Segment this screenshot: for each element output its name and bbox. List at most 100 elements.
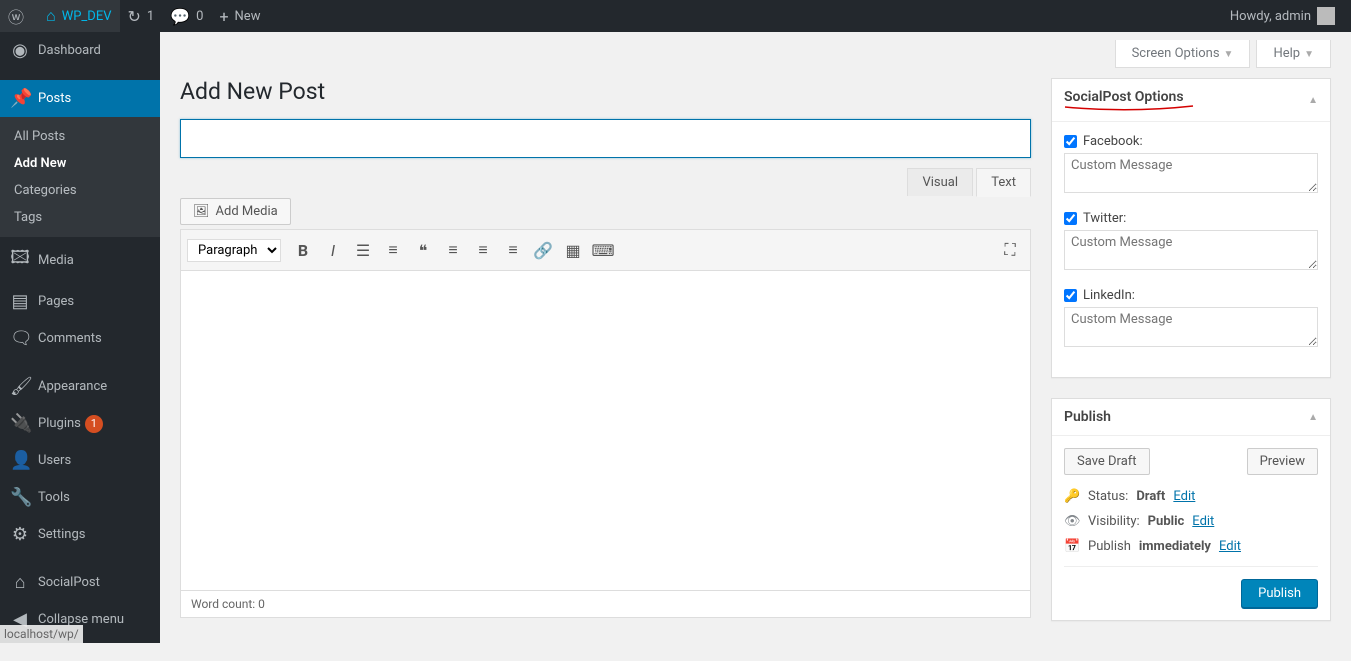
publish-title: Publish xyxy=(1064,409,1111,425)
site-link[interactable]: ⌂WP_DEV xyxy=(38,0,119,32)
facebook-message-input[interactable] xyxy=(1064,153,1318,193)
linkedin-checkbox[interactable] xyxy=(1064,289,1077,302)
chevron-down-icon: ▼ xyxy=(1304,49,1314,60)
word-count: Word count: 0 xyxy=(191,597,265,611)
plugins-badge: 1 xyxy=(85,415,103,433)
sidebar-item-media[interactable]: 🖾Media xyxy=(0,237,160,283)
tools-icon: 🔧 xyxy=(10,487,30,508)
save-draft-button[interactable]: Save Draft xyxy=(1064,448,1150,475)
media-icon: 🖾 xyxy=(10,245,30,275)
sidebar-item-label: SocialPost xyxy=(38,575,100,590)
schedule-row: 📅 Publish immediately Edit xyxy=(1064,539,1318,554)
updates-count: 1 xyxy=(147,9,154,24)
sidebar-item-tools[interactable]: 🔧 Tools xyxy=(0,479,160,516)
facebook-label: Facebook: xyxy=(1083,134,1143,149)
preview-button[interactable]: Preview xyxy=(1247,448,1318,475)
schedule-value: immediately xyxy=(1139,539,1211,554)
twitter-label: Twitter: xyxy=(1083,211,1126,226)
page-title: Add New Post xyxy=(180,78,1031,105)
sidebar-item-plugins[interactable]: 🔌 Plugins 1 xyxy=(0,405,160,442)
wordpress-icon: ⓦ xyxy=(8,4,24,28)
sidebar-item-users[interactable]: 👤Users xyxy=(0,442,160,479)
linkedin-label: LinkedIn: xyxy=(1083,288,1135,303)
main-content: Screen Options▼ Help▼ Add New Post 🖼Add … xyxy=(160,32,1351,661)
sidebar-item-comments[interactable]: 🗨Comments xyxy=(0,320,160,357)
blockquote-button[interactable]: ❝ xyxy=(409,236,437,264)
sidebar-item-socialpost[interactable]: ⌂ SocialPost xyxy=(0,564,160,601)
help-button[interactable]: Help▼ xyxy=(1256,40,1331,68)
submenu-all-posts[interactable]: All Posts xyxy=(0,123,160,150)
sidebar-item-dashboard[interactable]: ◉Dashboard xyxy=(0,32,160,69)
submenu-tags[interactable]: Tags xyxy=(0,204,160,231)
publish-button[interactable]: Publish xyxy=(1241,579,1318,608)
social-field-twitter: Twitter: xyxy=(1064,211,1318,274)
linkedin-message-input[interactable] xyxy=(1064,307,1318,347)
sidebar-item-label: Posts xyxy=(38,91,71,106)
fullscreen-button[interactable]: ⛶ xyxy=(996,236,1024,264)
chevron-down-icon: ▼ xyxy=(1224,49,1234,60)
calendar-icon: 📅 xyxy=(1064,539,1080,554)
align-left-button[interactable]: ≡ xyxy=(439,236,467,264)
appearance-icon: 🖌 xyxy=(10,376,30,397)
socialpost-metabox: SocialPost Options ▲ Facebook: Twitter: xyxy=(1051,78,1331,378)
chevron-up-icon: ▲ xyxy=(1308,95,1318,106)
editor-tab-text[interactable]: Text xyxy=(976,168,1031,197)
publish-metabox: Publish ▲ Save Draft Preview 🔑 Status: D… xyxy=(1051,398,1331,621)
sidebar-item-appearance[interactable]: 🖌Appearance xyxy=(0,368,160,405)
socialpost-title: SocialPost Options xyxy=(1064,89,1184,105)
edit-status-link[interactable]: Edit xyxy=(1173,489,1195,504)
publish-header[interactable]: Publish ▲ xyxy=(1052,399,1330,436)
readmore-button[interactable]: ▦ xyxy=(559,236,587,264)
sidebar-item-label: Tools xyxy=(38,490,70,505)
avatar xyxy=(1317,7,1335,25)
post-title-input[interactable] xyxy=(180,119,1031,158)
plus-icon: + xyxy=(219,7,228,26)
align-center-button[interactable]: ≡ xyxy=(469,236,497,264)
add-media-button[interactable]: 🖼Add Media xyxy=(180,198,291,225)
media-icon: 🖼 xyxy=(193,204,210,219)
sidebar-item-label: Plugins xyxy=(38,416,81,431)
settings-icon: ⚙ xyxy=(10,524,30,545)
posts-submenu: All Posts Add New Categories Tags xyxy=(0,117,160,237)
sidebar-item-posts[interactable]: 📌Posts xyxy=(0,80,160,117)
editor-area[interactable] xyxy=(180,271,1031,591)
editor-tab-visual[interactable]: Visual xyxy=(907,168,973,196)
new-content-link[interactable]: +New xyxy=(211,0,268,32)
dashboard-icon: ◉ xyxy=(10,40,30,61)
twitter-message-input[interactable] xyxy=(1064,230,1318,270)
edit-visibility-link[interactable]: Edit xyxy=(1192,514,1214,529)
home-icon: ⌂ xyxy=(10,572,30,593)
sidebar-item-label: Comments xyxy=(38,331,102,346)
italic-button[interactable]: I xyxy=(319,236,347,264)
sidebar-item-settings[interactable]: ⚙Settings xyxy=(0,516,160,553)
admin-sidebar: ◉Dashboard 📌Posts All Posts Add New Cate… xyxy=(0,32,160,643)
submenu-categories[interactable]: Categories xyxy=(0,177,160,204)
wp-logo[interactable]: ⓦ xyxy=(0,0,38,32)
sidebar-item-pages[interactable]: ▤Pages xyxy=(0,283,160,320)
edit-schedule-link[interactable]: Edit xyxy=(1219,539,1241,554)
screen-options-button[interactable]: Screen Options▼ xyxy=(1115,40,1251,68)
link-button[interactable]: 🔗 xyxy=(529,236,557,264)
comment-icon: 💬 xyxy=(170,7,190,26)
users-icon: 👤 xyxy=(10,450,30,471)
toolbar-toggle-button[interactable]: ⌨ xyxy=(589,236,617,264)
updates-link[interactable]: ↻1 xyxy=(120,0,163,32)
status-value: Draft xyxy=(1136,489,1165,504)
plugins-icon: 🔌 xyxy=(10,413,30,434)
browser-status: localhost/wp/ xyxy=(0,625,83,643)
socialpost-header[interactable]: SocialPost Options ▲ xyxy=(1052,79,1330,122)
account-link[interactable]: Howdy, admin xyxy=(1222,0,1343,32)
submenu-add-new[interactable]: Add New xyxy=(0,150,160,177)
bullet-list-button[interactable]: ☰ xyxy=(349,236,377,264)
underline-annotation xyxy=(1064,105,1194,111)
bold-button[interactable]: B xyxy=(289,236,317,264)
visibility-value: Public xyxy=(1148,514,1185,529)
format-select[interactable]: Paragraph xyxy=(187,239,281,262)
visibility-row: 👁 Visibility: Public Edit xyxy=(1064,514,1318,529)
facebook-checkbox[interactable] xyxy=(1064,135,1077,148)
numbered-list-button[interactable]: ≡ xyxy=(379,236,407,264)
twitter-checkbox[interactable] xyxy=(1064,212,1077,225)
eye-icon: 👁 xyxy=(1064,514,1080,529)
align-right-button[interactable]: ≡ xyxy=(499,236,527,264)
comments-link[interactable]: 💬0 xyxy=(162,0,211,32)
